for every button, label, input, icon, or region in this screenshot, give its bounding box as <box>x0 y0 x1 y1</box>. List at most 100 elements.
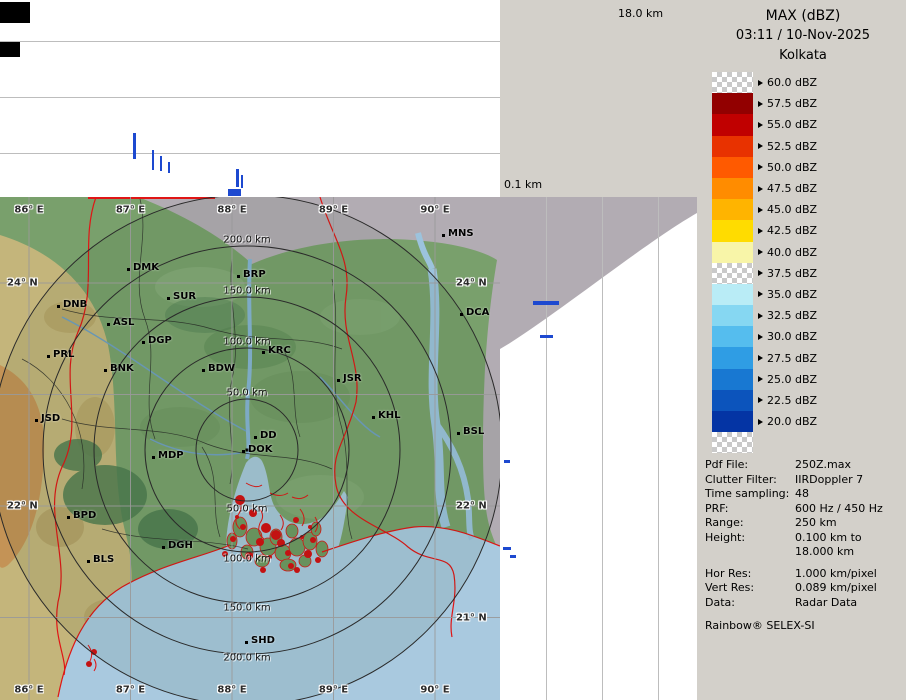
legend-tick-icon <box>758 122 763 128</box>
legend-value: 47.5 dBZ <box>767 182 817 195</box>
height-gridline <box>546 197 547 700</box>
legend-tick-icon <box>758 291 763 297</box>
echo-profile-mark <box>152 150 154 170</box>
metadata-value: 250 km <box>795 516 837 531</box>
metadata-value: 0.100 km to 18.000 km <box>795 531 862 560</box>
title-block: MAX (dBZ) 03:11 / 10-Nov-2025 Kolkata <box>700 0 906 66</box>
legend-value: 37.5 dBZ <box>767 267 817 280</box>
legend-swatch <box>712 390 753 411</box>
legend-value: 60.0 dBZ <box>767 76 817 89</box>
legend-swatch <box>712 178 753 199</box>
legend-tick-icon <box>758 80 763 86</box>
metadata-value: 600 Hz / 450 Hz <box>795 502 883 517</box>
legend-tick-icon <box>758 355 763 361</box>
metadata-value: 0.089 km/pixel <box>795 581 877 596</box>
metadata-value: Radar Data <box>795 596 857 611</box>
legend-label: 27.5 dBZ <box>758 352 817 365</box>
radar-echo <box>310 537 316 543</box>
legend-value: 20.0 dBZ <box>767 415 817 428</box>
legend-tick-icon <box>758 164 763 170</box>
metadata-row: Vert Res:0.089 km/pixel <box>705 581 905 596</box>
legend-row <box>712 432 817 453</box>
legend-swatch <box>712 136 753 157</box>
legend-swatch <box>712 242 753 263</box>
metadata-value: IIRDoppler 7 <box>795 473 863 488</box>
radar-echo <box>222 551 228 557</box>
legend-value: 40.0 dBZ <box>767 246 817 259</box>
legend-row: 22.5 dBZ <box>712 390 817 411</box>
metadata-key: Height: <box>705 531 795 560</box>
radar-echo <box>294 567 300 573</box>
echo-profile-mark <box>133 133 136 159</box>
metadata-row: PRF:600 Hz / 450 Hz <box>705 502 905 517</box>
legend-row: 47.5 dBZ <box>712 178 817 199</box>
radar-echo <box>315 557 321 563</box>
legend-swatch <box>712 347 753 368</box>
metadata-value: 48 <box>795 487 809 502</box>
top-projection-panel <box>0 0 500 197</box>
echo-profile-mark <box>241 175 243 188</box>
metadata-key: Clutter Filter: <box>705 473 795 488</box>
metadata-key: Time sampling: <box>705 487 795 502</box>
radar-echo <box>261 523 271 533</box>
metadata-key: Vert Res: <box>705 581 795 596</box>
radar-echo <box>271 530 281 540</box>
legend-swatch <box>712 432 753 453</box>
legend-label: 60.0 dBZ <box>758 76 817 89</box>
metadata-row: Time sampling:48 <box>705 487 905 502</box>
radar-echo <box>293 517 299 523</box>
echo-profile-mark <box>160 156 162 171</box>
legend-swatch <box>712 305 753 326</box>
echo-profile-mark <box>228 189 241 196</box>
radar-echo <box>249 509 257 517</box>
legend-value: 42.5 dBZ <box>767 224 817 237</box>
metadata-group-1: Pdf File:250Z.maxClutter Filter:IIRDoppl… <box>705 458 905 560</box>
legend-value: 35.0 dBZ <box>767 288 817 301</box>
legend-value: 30.0 dBZ <box>767 330 817 343</box>
radar-echo <box>285 550 291 556</box>
legend-tick-icon <box>758 249 763 255</box>
legend-value: 57.5 dBZ <box>767 97 817 110</box>
legend-label: 52.5 dBZ <box>758 140 817 153</box>
legend-row: 52.5 dBZ <box>712 136 817 157</box>
color-scale: 60.0 dBZ 57.5 dBZ 55.0 dBZ 52.5 dBZ 50.0 dBZ… <box>712 72 817 453</box>
legend-row: 37.5 dBZ <box>712 263 817 284</box>
metadata-group-2: Hor Res:1.000 km/pixelVert Res:0.089 km/… <box>705 567 905 611</box>
legend-value: 55.0 dBZ <box>767 118 817 131</box>
radar-echo <box>86 661 92 667</box>
metadata-block: Pdf File:250Z.maxClutter Filter:IIRDoppl… <box>705 458 905 632</box>
side-projection-panel <box>500 197 697 700</box>
radar-echo <box>308 525 312 529</box>
legend-swatch <box>712 199 753 220</box>
legend-swatch <box>712 157 753 178</box>
legend-swatch <box>712 326 753 347</box>
legend-swatch <box>712 369 753 390</box>
legend-label: 40.0 dBZ <box>758 246 817 259</box>
height-gridline <box>0 97 500 98</box>
legend-tick-icon <box>758 143 763 149</box>
axis-label-box <box>0 2 30 23</box>
legend-label: 20.0 dBZ <box>758 415 817 428</box>
legend-label: 47.5 dBZ <box>758 182 817 195</box>
legend-tick-icon <box>758 397 763 403</box>
legend-row: 40.0 dBZ <box>712 242 817 263</box>
echo-profile-mark <box>503 547 511 550</box>
legend-row: 27.5 dBZ <box>712 347 817 368</box>
radar-echo <box>256 538 264 546</box>
echo-profile-mark <box>533 301 559 305</box>
echo-profile-mark <box>540 335 553 338</box>
legend-row: 50.0 dBZ <box>712 157 817 178</box>
radar-echo <box>304 550 312 558</box>
legend-swatch <box>712 114 753 135</box>
height-min-label: 0.1 km <box>504 178 542 191</box>
metadata-key: Pdf File: <box>705 458 795 473</box>
legend-row: 20.0 dBZ <box>712 411 817 432</box>
echo-profile-mark <box>168 162 170 173</box>
axis-label-box <box>0 42 20 57</box>
legend-row: 60.0 dBZ <box>712 72 817 93</box>
legend-row: 42.5 dBZ <box>712 220 817 241</box>
legend-tick-icon <box>758 228 763 234</box>
height-gridline <box>602 197 603 700</box>
radar-echo <box>268 555 272 559</box>
metadata-row: Range:250 km <box>705 516 905 531</box>
